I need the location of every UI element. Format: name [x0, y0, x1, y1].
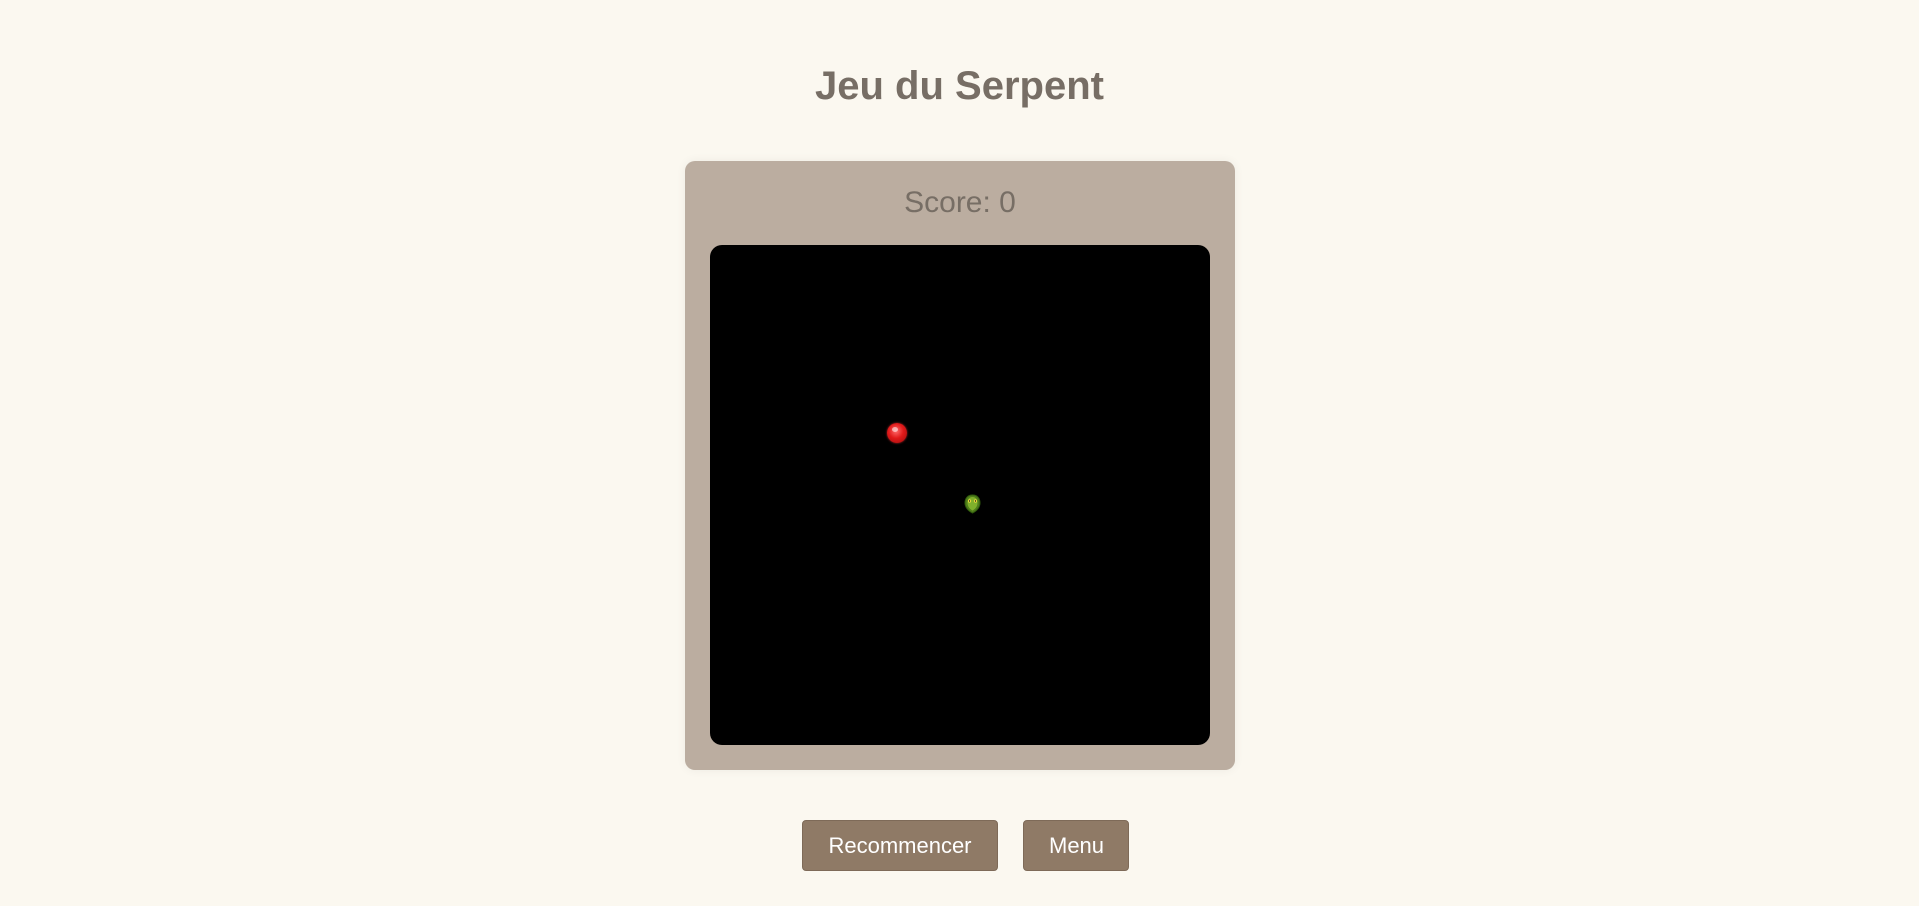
game-board[interactable] — [710, 245, 1210, 745]
restart-button[interactable]: Recommencer — [802, 820, 998, 871]
apple-icon — [887, 423, 907, 443]
snake-head-icon — [964, 494, 981, 514]
controls-bar: Recommencer Menu — [0, 820, 1919, 871]
game-page: Jeu du Serpent Score: 0 Recommencer Menu — [0, 0, 1919, 906]
menu-button[interactable]: Menu — [1023, 820, 1129, 871]
score-display: Score: 0 — [904, 186, 1016, 219]
page-title: Jeu du Serpent — [815, 64, 1104, 108]
